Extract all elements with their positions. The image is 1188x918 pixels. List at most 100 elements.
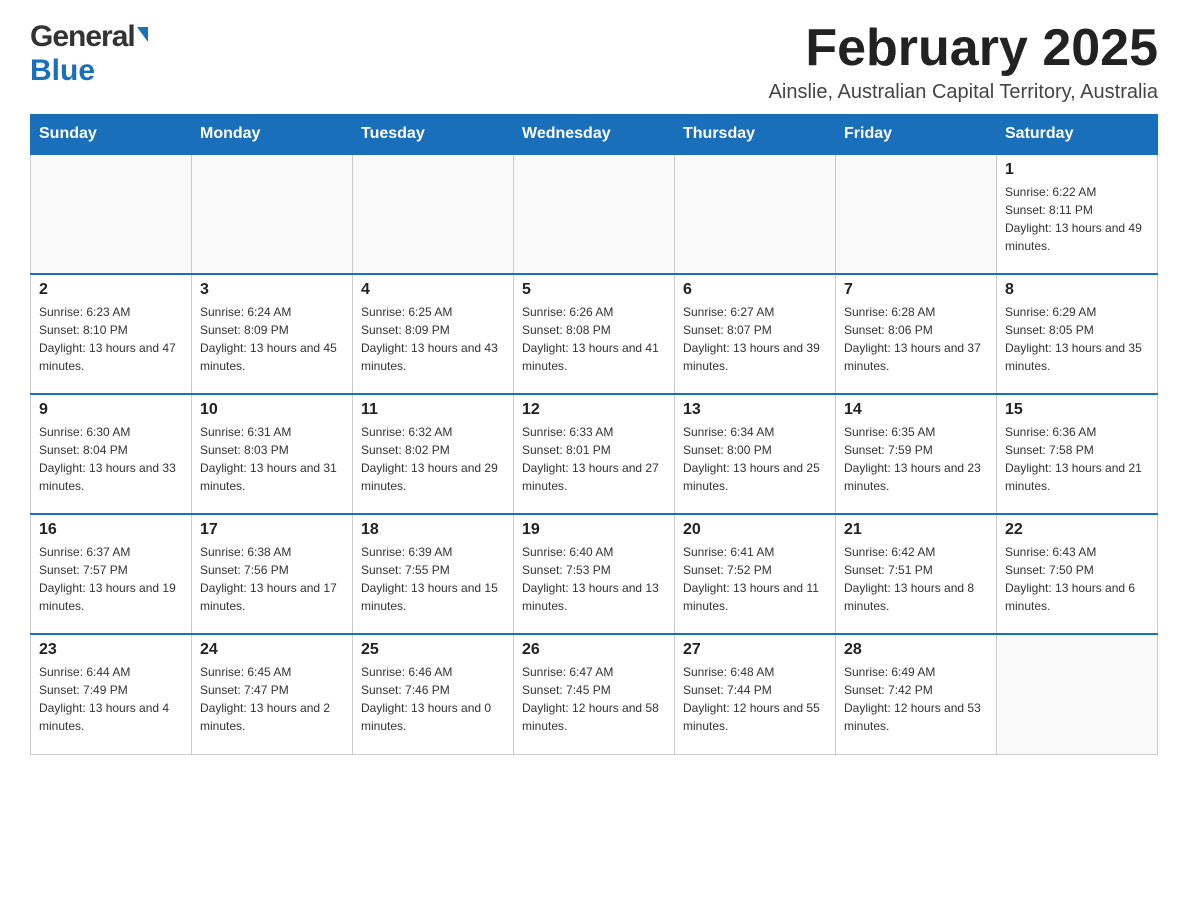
header-thursday: Thursday xyxy=(675,115,836,155)
calendar-cell-w3-d4: 13 Sunrise: 6:34 AMSunset: 8:00 PMDayligh… xyxy=(675,394,836,514)
calendar-cell-w5-d3: 26Sunrise: 6:47 AMSunset: 7:45 PMDayligh… xyxy=(514,634,675,754)
day-number: 8 xyxy=(1005,281,1149,299)
day-info: Sunrise: 6:39 AMSunset: 7:55 PMDaylight:… xyxy=(361,543,505,615)
day-info: Sunrise: 6:33 AMSunset: 8:01 PMDaylight:… xyxy=(522,423,666,495)
calendar-table: Sunday Monday Tuesday Wednesday Thursday… xyxy=(30,114,1158,755)
day-number: 23 xyxy=(39,641,183,659)
calendar-cell-w2-d5: 7 Sunrise: 6:28 AMSunset: 8:06 PMDaylight… xyxy=(836,274,997,394)
calendar-week-4: 16Sunrise: 6:37 AMSunset: 7:57 PMDayligh… xyxy=(31,514,1158,634)
header-sunday: Sunday xyxy=(31,115,192,155)
calendar-week-3: 9 Sunrise: 6:30 AMSunset: 8:04 PMDaylight… xyxy=(31,394,1158,514)
calendar-cell-w1-d2 xyxy=(353,154,514,274)
day-number: 28 xyxy=(844,641,988,659)
calendar-week-2: 2 Sunrise: 6:23 AMSunset: 8:10 PMDaylight… xyxy=(31,274,1158,394)
logo-general-text: General xyxy=(30,20,148,54)
calendar-cell-w4-d2: 18 Sunrise: 6:39 AMSunset: 7:55 PMDayligh… xyxy=(353,514,514,634)
day-info: Sunrise: 6:27 AMSunset: 8:07 PMDaylight:… xyxy=(683,303,827,375)
header-wednesday: Wednesday xyxy=(514,115,675,155)
day-number: 15 xyxy=(1005,401,1149,419)
calendar-cell-w4-d1: 17Sunrise: 6:38 AMSunset: 7:56 PMDayligh… xyxy=(192,514,353,634)
calendar-cell-w4-d3: 19 Sunrise: 6:40 AMSunset: 7:53 PMDayligh… xyxy=(514,514,675,634)
day-number: 21 xyxy=(844,521,988,539)
day-number: 18 xyxy=(361,521,505,539)
calendar-cell-w5-d6 xyxy=(997,634,1158,754)
day-number: 4 xyxy=(361,281,505,299)
day-info: Sunrise: 6:40 AMSunset: 7:53 PMDaylight:… xyxy=(522,543,666,615)
day-number: 27 xyxy=(683,641,827,659)
day-number: 2 xyxy=(39,281,183,299)
calendar-cell-w2-d2: 4 Sunrise: 6:25 AMSunset: 8:09 PMDaylight… xyxy=(353,274,514,394)
calendar-cell-w5-d4: 27 Sunrise: 6:48 AMSunset: 7:44 PMDayligh… xyxy=(675,634,836,754)
logo: General Blue xyxy=(30,20,148,88)
calendar-cell-w4-d4: 20 Sunrise: 6:41 AMSunset: 7:52 PMDayligh… xyxy=(675,514,836,634)
day-info: Sunrise: 6:37 AMSunset: 7:57 PMDaylight:… xyxy=(39,543,183,615)
logo-blue-text: Blue xyxy=(30,54,95,87)
calendar-cell-w2-d4: 6 Sunrise: 6:27 AMSunset: 8:07 PMDaylight… xyxy=(675,274,836,394)
calendar-cell-w3-d2: 11 Sunrise: 6:32 AMSunset: 8:02 PMDayligh… xyxy=(353,394,514,514)
day-info: Sunrise: 6:34 AMSunset: 8:00 PMDaylight:… xyxy=(683,423,827,495)
calendar-cell-w4-d0: 16Sunrise: 6:37 AMSunset: 7:57 PMDayligh… xyxy=(31,514,192,634)
day-number: 13 xyxy=(683,401,827,419)
calendar-cell-w1-d3 xyxy=(514,154,675,274)
header-saturday: Saturday xyxy=(997,115,1158,155)
day-number: 19 xyxy=(522,521,666,539)
calendar-cell-w2-d1: 3 Sunrise: 6:24 AMSunset: 8:09 PMDaylight… xyxy=(192,274,353,394)
month-title: February 2025 xyxy=(769,20,1158,77)
day-number: 11 xyxy=(361,401,505,419)
day-info: Sunrise: 6:29 AMSunset: 8:05 PMDaylight:… xyxy=(1005,303,1149,375)
day-info: Sunrise: 6:38 AMSunset: 7:56 PMDaylight:… xyxy=(200,543,344,615)
day-info: Sunrise: 6:25 AMSunset: 8:09 PMDaylight:… xyxy=(361,303,505,375)
day-info: Sunrise: 6:26 AMSunset: 8:08 PMDaylight:… xyxy=(522,303,666,375)
day-info: Sunrise: 6:41 AMSunset: 7:52 PMDaylight:… xyxy=(683,543,827,615)
calendar-cell-w3-d3: 12 Sunrise: 6:33 AMSunset: 8:01 PMDayligh… xyxy=(514,394,675,514)
day-number: 26 xyxy=(522,641,666,659)
page-header: General Blue February 2025 Ainslie, Aust… xyxy=(30,20,1158,104)
day-number: 9 xyxy=(39,401,183,419)
day-info: Sunrise: 6:24 AMSunset: 8:09 PMDaylight:… xyxy=(200,303,344,375)
day-info: Sunrise: 6:30 AMSunset: 8:04 PMDaylight:… xyxy=(39,423,183,495)
calendar-cell-w2-d3: 5 Sunrise: 6:26 AMSunset: 8:08 PMDaylight… xyxy=(514,274,675,394)
calendar-cell-w1-d5 xyxy=(836,154,997,274)
day-info: Sunrise: 6:32 AMSunset: 8:02 PMDaylight:… xyxy=(361,423,505,495)
day-number: 6 xyxy=(683,281,827,299)
day-number: 10 xyxy=(200,401,344,419)
day-info: Sunrise: 6:36 AMSunset: 7:58 PMDaylight:… xyxy=(1005,423,1149,495)
calendar-cell-w3-d0: 9 Sunrise: 6:30 AMSunset: 8:04 PMDaylight… xyxy=(31,394,192,514)
calendar-cell-w5-d5: 28 Sunrise: 6:49 AMSunset: 7:42 PMDayligh… xyxy=(836,634,997,754)
calendar-cell-w5-d2: 25 Sunrise: 6:46 AMSunset: 7:46 PMDayligh… xyxy=(353,634,514,754)
day-info: Sunrise: 6:45 AMSunset: 7:47 PMDaylight:… xyxy=(200,663,344,735)
day-number: 3 xyxy=(200,281,344,299)
location-subtitle: Ainslie, Australian Capital Territory, A… xyxy=(769,81,1158,104)
day-info: Sunrise: 6:46 AMSunset: 7:46 PMDaylight:… xyxy=(361,663,505,735)
day-info: Sunrise: 6:48 AMSunset: 7:44 PMDaylight:… xyxy=(683,663,827,735)
day-number: 22 xyxy=(1005,521,1149,539)
calendar-cell-w4-d5: 21 Sunrise: 6:42 AMSunset: 7:51 PMDayligh… xyxy=(836,514,997,634)
day-number: 14 xyxy=(844,401,988,419)
calendar-cell-w1-d0 xyxy=(31,154,192,274)
header-monday: Monday xyxy=(192,115,353,155)
day-info: Sunrise: 6:23 AMSunset: 8:10 PMDaylight:… xyxy=(39,303,183,375)
day-info: Sunrise: 6:42 AMSunset: 7:51 PMDaylight:… xyxy=(844,543,988,615)
day-info: Sunrise: 6:49 AMSunset: 7:42 PMDaylight:… xyxy=(844,663,988,735)
day-number: 25 xyxy=(361,641,505,659)
calendar-cell-w2-d0: 2 Sunrise: 6:23 AMSunset: 8:10 PMDaylight… xyxy=(31,274,192,394)
day-info: Sunrise: 6:31 AMSunset: 8:03 PMDaylight:… xyxy=(200,423,344,495)
day-number: 5 xyxy=(522,281,666,299)
day-number: 12 xyxy=(522,401,666,419)
day-info: Sunrise: 6:28 AMSunset: 8:06 PMDaylight:… xyxy=(844,303,988,375)
calendar-cell-w1-d6: 1Sunrise: 6:22 AMSunset: 8:11 PMDaylight… xyxy=(997,154,1158,274)
day-info: Sunrise: 6:44 AMSunset: 7:49 PMDaylight:… xyxy=(39,663,183,735)
header-friday: Friday xyxy=(836,115,997,155)
day-number: 20 xyxy=(683,521,827,539)
title-block: February 2025 Ainslie, Australian Capita… xyxy=(769,20,1158,104)
day-number: 7 xyxy=(844,281,988,299)
calendar-cell-w5-d1: 24 Sunrise: 6:45 AMSunset: 7:47 PMDayligh… xyxy=(192,634,353,754)
calendar-cell-w1-d1 xyxy=(192,154,353,274)
header-tuesday: Tuesday xyxy=(353,115,514,155)
day-number: 24 xyxy=(200,641,344,659)
calendar-cell-w1-d4 xyxy=(675,154,836,274)
calendar-header-row: Sunday Monday Tuesday Wednesday Thursday… xyxy=(31,115,1158,155)
day-info: Sunrise: 6:35 AMSunset: 7:59 PMDaylight:… xyxy=(844,423,988,495)
calendar-cell-w3-d5: 14 Sunrise: 6:35 AMSunset: 7:59 PMDayligh… xyxy=(836,394,997,514)
day-info: Sunrise: 6:43 AMSunset: 7:50 PMDaylight:… xyxy=(1005,543,1149,615)
